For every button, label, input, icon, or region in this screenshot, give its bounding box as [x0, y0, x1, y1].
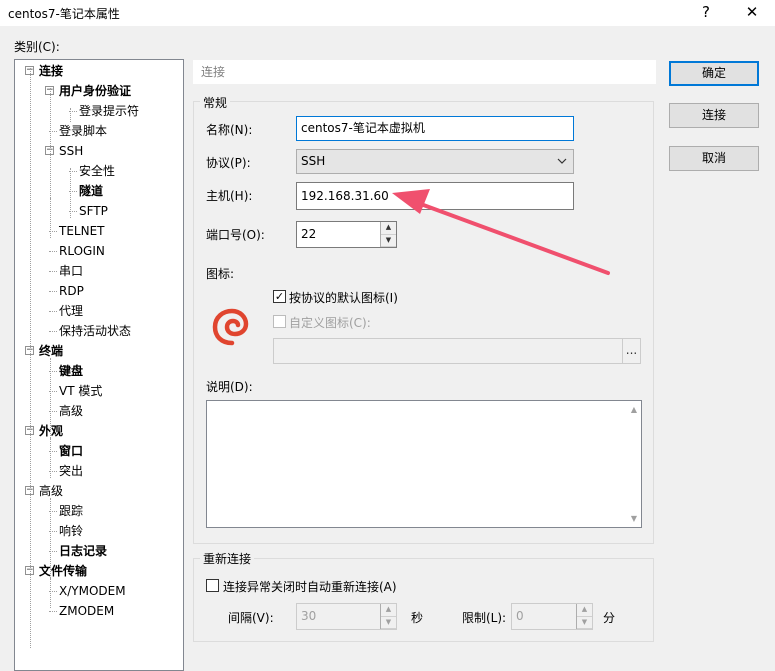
tree-item[interactable]: TELNET: [59, 222, 105, 240]
tree-item[interactable]: ZMODEM: [59, 602, 114, 620]
tree-item[interactable]: X/YMODEM: [59, 582, 126, 600]
tree-item[interactable]: 窗口: [59, 442, 83, 460]
interval-spinner[interactable]: ▲ ▼: [380, 604, 396, 629]
auto-reconnect-checkbox[interactable]: [206, 579, 219, 592]
name-field[interactable]: centos7-笔记本虚拟机: [296, 116, 574, 141]
name-label: 名称(N):: [206, 123, 253, 137]
close-button[interactable]: ✕: [736, 0, 768, 26]
tree-connector: [49, 331, 57, 332]
tree-connector: [50, 498, 51, 578]
port-label: 端口号(O):: [206, 228, 265, 242]
scroll-up-icon[interactable]: ▲: [631, 405, 637, 414]
custom-icon-checkbox[interactable]: [273, 315, 286, 328]
tree-item[interactable]: SFTP: [79, 202, 108, 220]
ok-button[interactable]: 确定: [669, 61, 759, 86]
custom-icon-path-field[interactable]: ...: [273, 338, 641, 364]
spin-up-icon[interactable]: ▲: [381, 222, 396, 235]
default-icon-checkbox[interactable]: ✓: [273, 290, 286, 303]
tree-item[interactable]: 用户身份验证: [59, 82, 131, 100]
general-group-title: 常规: [200, 94, 231, 111]
limit-field[interactable]: 0 ▲ ▼: [511, 603, 593, 630]
spin-down-icon[interactable]: ▼: [381, 235, 396, 247]
tree-item[interactable]: 代理: [59, 302, 83, 320]
tree-item[interactable]: 安全性: [79, 162, 115, 180]
category-tree[interactable]: − 连接 − 用户身份验证 登录提示符 登录脚本 − SSH 安全性 隧道 SFTP TELNET RL…: [14, 59, 184, 671]
custom-icon-label: 自定义图标(C):: [289, 316, 371, 330]
tree-item[interactable]: RLOGIN: [59, 242, 105, 260]
tree-connector: [30, 68, 31, 648]
tree-item[interactable]: VT 模式: [59, 382, 102, 400]
tree-item[interactable]: 文件传输: [39, 562, 87, 580]
tree-connector: [50, 358, 51, 438]
tree-connector: [50, 438, 51, 478]
tree-connector: [49, 291, 57, 292]
interval-value: 30: [301, 609, 317, 623]
help-button[interactable]: ?: [690, 0, 722, 26]
interval-label: 间隔(V):: [228, 611, 274, 625]
tree-item[interactable]: 键盘: [59, 362, 83, 380]
tree-item[interactable]: 跟踪: [59, 502, 83, 520]
title-bar: centos7-笔记本属性 ? ✕: [0, 0, 775, 26]
interval-field[interactable]: 30 ▲ ▼: [296, 603, 397, 630]
tree-item[interactable]: 保持活动状态: [59, 322, 131, 340]
tree-item[interactable]: 登录脚本: [59, 122, 107, 140]
tree-item[interactable]: 日志记录: [59, 542, 107, 560]
auto-reconnect-label: 连接异常关闭时自动重新连接(A): [223, 580, 397, 594]
section-breadcrumb: 连接: [193, 60, 656, 84]
tree-connector: [49, 311, 57, 312]
protocol-label: 协议(P):: [206, 156, 251, 170]
tree-item[interactable]: 连接: [39, 62, 63, 80]
tree-connector: [70, 108, 71, 122]
session-swirl-icon: [212, 306, 252, 349]
protocol-select[interactable]: SSH: [296, 149, 574, 174]
spin-down-icon[interactable]: ▼: [381, 617, 396, 629]
host-label: 主机(H):: [206, 189, 253, 203]
default-icon-label: 按协议的默认图标(I): [289, 291, 398, 305]
tree-item[interactable]: 高级: [39, 482, 63, 500]
spin-up-icon[interactable]: ▲: [381, 604, 396, 617]
tree-item[interactable]: 外观: [39, 422, 63, 440]
tree-item[interactable]: 终端: [39, 342, 63, 360]
port-field[interactable]: 22 ▲ ▼: [296, 221, 397, 248]
spin-up-icon[interactable]: ▲: [577, 604, 592, 617]
tree-item[interactable]: 隧道: [79, 182, 103, 200]
host-field[interactable]: 192.168.31.60: [296, 182, 574, 210]
tree-connector: [50, 578, 51, 608]
tree-item[interactable]: 突出: [59, 462, 83, 480]
protocol-value: SSH: [301, 154, 326, 168]
limit-unit: 分: [603, 611, 616, 625]
tree-connector: [49, 611, 57, 612]
tree-item[interactable]: 响铃: [59, 522, 83, 540]
port-value: 22: [301, 227, 317, 241]
icon-label: 图标:: [206, 267, 235, 281]
limit-value: 0: [516, 609, 524, 623]
description-label: 说明(D):: [206, 380, 253, 394]
tree-item[interactable]: SSH: [59, 142, 83, 160]
tree-item[interactable]: 高级: [59, 402, 83, 420]
limit-label: 限制(L):: [462, 611, 507, 625]
interval-unit: 秒: [411, 611, 424, 625]
tree-connector: [49, 251, 57, 252]
cancel-button[interactable]: 取消: [669, 146, 759, 171]
spin-down-icon[interactable]: ▼: [577, 617, 592, 629]
tree-connector: [50, 198, 51, 238]
chevron-down-icon: [557, 150, 567, 181]
browse-button[interactable]: ...: [622, 339, 640, 363]
tree-item[interactable]: 串口: [59, 262, 83, 280]
port-spinner[interactable]: ▲ ▼: [380, 222, 396, 247]
scroll-down-icon[interactable]: ▼: [631, 514, 637, 523]
reconnect-group-title: 重新连接: [200, 550, 255, 567]
description-field[interactable]: ▲ ▼: [206, 400, 642, 528]
tree-item[interactable]: 登录提示符: [79, 102, 139, 120]
limit-spinner[interactable]: ▲ ▼: [576, 604, 592, 629]
tree-connector: [70, 168, 71, 218]
tree-connector: [49, 271, 57, 272]
tree-item[interactable]: RDP: [59, 282, 84, 300]
category-label: 类别(C):: [14, 40, 60, 54]
window-title: centos7-笔记本属性: [8, 7, 120, 21]
connect-button[interactable]: 连接: [669, 103, 759, 128]
